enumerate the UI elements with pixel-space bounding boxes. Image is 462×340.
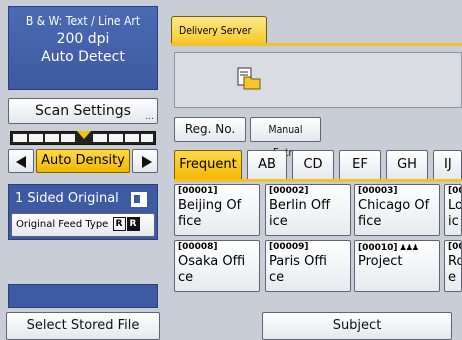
- density-scale: [10, 131, 156, 145]
- destination-button[interactable]: [0000 Ro e: [444, 240, 462, 292]
- tab-cd[interactable]: CD: [292, 150, 334, 180]
- more-icon: ...: [145, 112, 154, 122]
- folder-icon: [237, 67, 261, 90]
- density-darker-button[interactable]: [132, 149, 158, 173]
- destination-number: [00010] ♟♟♟: [358, 242, 419, 254]
- density-segment: [45, 134, 59, 142]
- tab-ef[interactable]: EF: [339, 150, 381, 180]
- arrow-right-icon: [142, 156, 152, 168]
- density-segment: [141, 134, 153, 142]
- destination-name: Berlin Off ice: [269, 198, 331, 229]
- sided-original-label: 1 Sided Original: [15, 191, 119, 206]
- destination-number: [00009]: [269, 242, 309, 252]
- destination-preview: [174, 52, 462, 108]
- tab-underline: [171, 43, 462, 46]
- tab-delivery-server[interactable]: Delivery Server: [171, 16, 267, 44]
- destination-number-text: [00010]: [358, 243, 398, 253]
- destination-button[interactable]: [00008] Osaka Offi ce: [174, 240, 260, 292]
- destination-button[interactable]: [0000 Lo ic: [444, 184, 462, 236]
- destination-name: Osaka Offi ce: [178, 254, 246, 285]
- density-marker-icon: [77, 131, 91, 139]
- destination-number: [00008]: [178, 242, 218, 252]
- destination-name: Lo ic: [448, 198, 462, 229]
- density-segment: [13, 134, 27, 142]
- select-stored-file-button[interactable]: Select Stored File: [6, 312, 160, 340]
- destination-button[interactable]: [00010] ♟♟♟ Project: [354, 240, 440, 292]
- destination-number: [00002]: [269, 186, 309, 196]
- sided-original-button[interactable]: 1 Sided Original: [9, 185, 157, 213]
- scan-settings-label: Scan Settings: [35, 103, 131, 119]
- destination-button[interactable]: [00003] Chicago Of fice: [354, 184, 440, 236]
- destination-number: [0000: [448, 242, 461, 252]
- tab-gh[interactable]: GH: [386, 150, 428, 180]
- feed-type-label: Original Feed Type: [16, 219, 109, 230]
- auto-density-button[interactable]: Auto Density: [36, 149, 130, 173]
- destination-button[interactable]: [00001] Beijing Of fice: [174, 184, 260, 236]
- density-lighter-button[interactable]: [8, 149, 34, 173]
- destination-button[interactable]: [00009] Paris Offi ce: [265, 240, 351, 292]
- group-icon: ♟♟♟: [399, 243, 419, 252]
- tab-ij[interactable]: IJ: [433, 150, 462, 180]
- destination-name: Paris Offi ce: [269, 254, 327, 285]
- original-feed-type-button[interactable]: Original Feed Type RR: [11, 213, 155, 237]
- scan-size-text: Auto Detect: [41, 49, 125, 65]
- manual-entry-button[interactable]: Manual Entry: [250, 117, 321, 159]
- original-settings-panel: 1 Sided Original Original Feed Type RR: [8, 184, 158, 240]
- blank-panel: [8, 284, 158, 308]
- destination-name: Ro e: [448, 254, 461, 285]
- tab-ab[interactable]: AB: [247, 150, 287, 180]
- document-icon: [131, 192, 147, 207]
- density-segment: [29, 134, 43, 142]
- subject-button[interactable]: Subject: [262, 312, 452, 340]
- reg-no-button[interactable]: Reg. No.: [174, 117, 246, 142]
- resolution-text: 200 dpi: [56, 31, 110, 47]
- destination-number: [00003]: [358, 186, 398, 196]
- scan-info-panel: B & W: Text / Line Art 200 dpi Auto Dete…: [8, 6, 158, 90]
- density-segment: [61, 134, 75, 142]
- arrow-left-icon: [16, 156, 26, 168]
- tab-frequent[interactable]: Frequent: [174, 150, 242, 180]
- scan-settings-button[interactable]: Scan Settings ...: [8, 98, 158, 124]
- destination-name: Project: [358, 254, 403, 269]
- density-segment: [125, 134, 139, 142]
- destination-button[interactable]: [00002] Berlin Off ice: [265, 184, 351, 236]
- orientation-r-icon: R: [112, 217, 126, 231]
- destination-name: Chicago Of fice: [358, 198, 430, 229]
- destination-name: Beijing Of fice: [178, 198, 242, 229]
- density-segment: [109, 134, 123, 142]
- density-segment: [93, 134, 107, 142]
- destination-number: [0000: [448, 186, 461, 196]
- orientation-r-rotated-icon: R: [126, 217, 140, 231]
- tab-row-underline: [174, 179, 462, 182]
- destination-number: [00001]: [178, 186, 218, 196]
- tab-delivery-server-label: Delivery Server: [179, 24, 252, 37]
- scan-mode-text: B & W: Text / Line Art: [25, 14, 141, 28]
